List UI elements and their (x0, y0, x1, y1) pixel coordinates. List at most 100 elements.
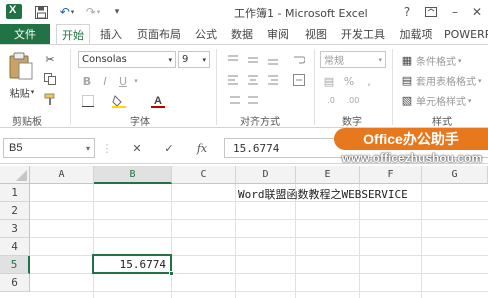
chevron-down-icon: ▾ (378, 55, 382, 64)
row-header-6[interactable]: 6 (0, 274, 30, 292)
merge-center-icon[interactable] (292, 73, 306, 87)
column-header-a[interactable]: A (30, 166, 94, 184)
increase-decimal-icon[interactable]: .0 (322, 93, 340, 107)
excel-app-icon[interactable] (6, 4, 22, 19)
align-horizontal-icons[interactable] (224, 73, 288, 87)
save-icon[interactable] (32, 3, 50, 21)
format-as-table-label: 套用表格格式 (416, 77, 476, 88)
align-top-icons[interactable] (224, 53, 288, 67)
fill-color-icon[interactable] (110, 93, 128, 109)
confirm-entry-button[interactable]: ✓ (160, 140, 178, 156)
redo-icon[interactable]: ↷ ▾ (82, 3, 104, 21)
tab-formulas[interactable]: 公式 (192, 24, 220, 44)
divider (314, 49, 315, 125)
paste-label: 粘贴 (9, 88, 30, 100)
table-icon: ▤ (401, 74, 413, 87)
title-bar: ↶▾ ↷▾ ▾ 工作簿1 - Microsoft Excel ? – ✕ (0, 0, 488, 24)
indent-icons[interactable] (224, 93, 264, 107)
conditional-formatting-icon: ▦ (401, 54, 413, 67)
column-header-f[interactable]: F (360, 166, 422, 184)
fill-handle[interactable] (169, 271, 174, 276)
borders-icon[interactable] (80, 93, 96, 109)
gridline (171, 184, 172, 298)
watermark-badge: Office办公助手 (334, 128, 488, 150)
tab-file[interactable]: 文件 (0, 24, 50, 44)
font-name-dropdown[interactable]: Consolas ▾ (78, 51, 176, 68)
cell-styles-label: 单元格样式 (416, 97, 466, 108)
row-header-4[interactable]: 4 (0, 238, 30, 256)
paste-icon[interactable] (6, 49, 36, 83)
underline-options-icon[interactable]: ▾ (132, 73, 140, 89)
worksheet-grid[interactable]: A B C D E F G 1 2 3 4 5 6 Word联盟函数教程之WEB… (0, 166, 488, 298)
row-header-3[interactable]: 3 (0, 220, 30, 238)
minimize-button[interactable]: – (444, 2, 466, 22)
column-header-d[interactable]: D (236, 166, 296, 184)
ribbon: 粘贴 ▾ ✂ 剪贴板 Consolas ▾ 9 ▾ B I U ▾ A 字体 对… (0, 44, 488, 128)
divider (216, 49, 217, 125)
select-all-corner[interactable] (0, 166, 30, 184)
tab-review[interactable]: 审阅 (264, 24, 292, 44)
font-size-dropdown[interactable]: 9 ▾ (178, 51, 210, 68)
divider (70, 49, 71, 125)
tab-insert[interactable]: 插入 (96, 24, 126, 44)
conditional-formatting-button[interactable]: ▦ 条件格式 ▾ (400, 53, 462, 68)
ribbon-display-options-icon[interactable] (420, 2, 442, 22)
copy-icon[interactable] (42, 71, 58, 87)
comma-style-icon[interactable]: , (360, 73, 378, 89)
gridline (421, 184, 422, 298)
format-painter-icon[interactable] (42, 91, 58, 107)
selected-cell-b5[interactable]: 15.6774 (92, 254, 174, 276)
column-header-c[interactable]: C (172, 166, 236, 184)
italic-button[interactable]: I (98, 73, 112, 89)
cancel-entry-button[interactable]: ✕ (128, 140, 146, 156)
column-header-e[interactable]: E (296, 166, 360, 184)
paste-button[interactable]: 粘贴 ▾ (6, 85, 38, 100)
insert-function-button[interactable]: fx (192, 140, 212, 156)
divider (392, 49, 393, 125)
chevron-down-icon: ▾ (85, 143, 90, 153)
gridline (235, 184, 236, 298)
bold-button[interactable]: B (80, 73, 94, 89)
row-header-2[interactable]: 2 (0, 202, 30, 220)
undo-icon[interactable]: ↶ ▾ (56, 3, 78, 21)
gridline (30, 291, 488, 292)
gridline (30, 219, 488, 220)
ribbon-tabs: 文件 开始 插入 页面布局 公式 数据 审阅 视图 开发工具 加载项 POWER… (0, 24, 488, 45)
number-format-dropdown[interactable]: 常规 ▾ (320, 51, 386, 68)
decrease-decimal-icon[interactable]: .00 (344, 93, 362, 107)
formula-value: 15.6774 (233, 141, 280, 155)
tab-view[interactable]: 视图 (302, 24, 330, 44)
column-header-b[interactable]: B (94, 166, 172, 184)
cell-d1[interactable]: Word联盟函数教程之WEBSERVICE (238, 186, 408, 202)
wrap-text-icon[interactable] (292, 53, 306, 67)
name-box-value: B5 (9, 142, 23, 154)
row-header-1[interactable]: 1 (0, 184, 30, 202)
clipboard-group-label: 剪贴板 (12, 117, 42, 128)
format-as-table-button[interactable]: ▤ 套用表格格式 ▾ (400, 73, 482, 88)
tab-add-ins[interactable]: 加载项 (396, 24, 436, 44)
customize-quick-access-icon[interactable]: ▾ (110, 3, 124, 21)
gridline (93, 184, 94, 298)
column-header-g[interactable]: G (422, 166, 488, 184)
close-button[interactable]: ✕ (466, 2, 488, 22)
tab-page-layout[interactable]: 页面布局 (134, 24, 184, 44)
tab-developer[interactable]: 开发工具 (338, 24, 388, 44)
tab-power[interactable]: POWERP (444, 24, 488, 44)
row-header-5[interactable]: 5 (0, 256, 30, 274)
cell-b5-value: 15.6774 (119, 258, 166, 271)
name-box[interactable]: B5 ▾ (3, 138, 95, 158)
cell-styles-button[interactable]: ▧ 单元格样式 ▾ (400, 93, 472, 108)
number-format-value: 常规 (324, 56, 344, 67)
accounting-format-icon[interactable]: ▤ (320, 73, 338, 89)
resize-handle-icon[interactable]: ⋮ (102, 140, 113, 156)
help-button[interactable]: ? (396, 2, 418, 22)
tab-home[interactable]: 开始 (56, 24, 90, 45)
tab-data[interactable]: 数据 (228, 24, 256, 44)
conditional-formatting-label: 条件格式 (416, 57, 456, 68)
chevron-down-icon: ▾ (168, 55, 172, 64)
font-size-value: 9 (182, 54, 189, 65)
underline-button[interactable]: U (116, 73, 130, 89)
percent-style-button[interactable]: % (342, 73, 356, 89)
cut-icon[interactable]: ✂ (42, 51, 58, 67)
font-color-icon[interactable]: A (150, 93, 166, 109)
